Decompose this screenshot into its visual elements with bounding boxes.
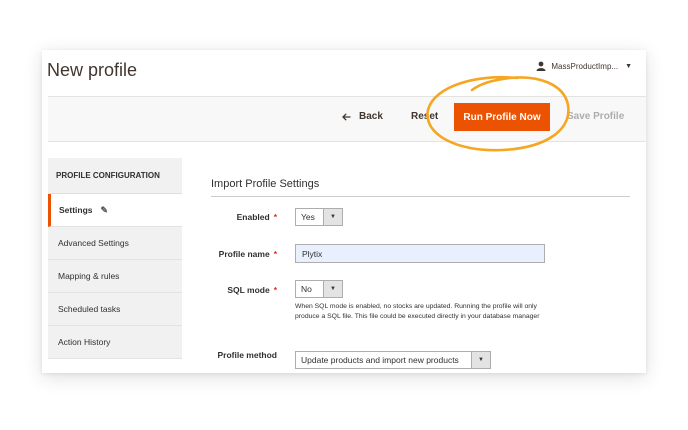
save-profile-button[interactable]: Save Profile	[567, 111, 624, 122]
sql-mode-select[interactable]: No ▼	[295, 280, 343, 298]
back-label: Back	[359, 111, 383, 122]
arrow-left-icon	[342, 112, 351, 121]
sidebar-item-settings[interactable]: Settings ✎	[48, 194, 182, 227]
sidebar-item-action-history[interactable]: Action History	[48, 326, 182, 359]
pencil-icon: ✎	[100, 204, 109, 215]
profile-name-label: Profile name *	[218, 249, 277, 259]
profile-method-value: Update products and import new products	[301, 355, 459, 365]
sidebar-item-mapping-rules[interactable]: Mapping & rules	[48, 260, 182, 293]
sidebar-item-label: Scheduled tasks	[58, 304, 121, 314]
enabled-select[interactable]: Yes ▼	[295, 208, 343, 226]
sidebar-item-label: Action History	[58, 337, 111, 347]
sql-mode-note: When SQL mode is enabled, no stocks are …	[295, 303, 540, 320]
enabled-label: Enabled *	[236, 212, 277, 222]
chevron-down-icon: ▼	[471, 352, 490, 368]
sql-mode-value: No	[301, 284, 312, 294]
user-menu[interactable]: MassProductImp... ▼	[536, 61, 632, 71]
profile-config-sidebar: PROFILE CONFIGURATION Settings ✎ Advance…	[48, 158, 182, 359]
user-name: MassProductImp...	[551, 61, 619, 71]
chevron-down-icon: ▼	[323, 209, 342, 225]
admin-panel: New profile MassProductImp... ▼ Back Res…	[42, 50, 646, 373]
sidebar-heading: PROFILE CONFIGURATION	[48, 158, 182, 194]
section-divider	[211, 196, 630, 197]
chevron-down-icon: ▼	[323, 281, 342, 297]
reset-button[interactable]: Reset	[411, 111, 438, 122]
sql-mode-label: SQL mode *	[227, 285, 277, 295]
page-title: New profile	[47, 60, 138, 80]
chevron-down-icon: ▼	[625, 62, 632, 70]
back-button[interactable]: Back	[342, 111, 383, 122]
enabled-value: Yes	[301, 212, 315, 222]
profile-method-select[interactable]: Update products and import new products …	[295, 351, 491, 369]
sidebar-item-scheduled-tasks[interactable]: Scheduled tasks	[48, 293, 182, 326]
sidebar-item-advanced-settings[interactable]: Advanced Settings	[48, 227, 182, 260]
sidebar-item-label: Settings	[59, 205, 93, 215]
profile-method-label: Profile method	[217, 350, 277, 360]
run-profile-now-button[interactable]: Run Profile Now	[454, 103, 550, 131]
sidebar-item-label: Mapping & rules	[58, 271, 120, 281]
page-actions-bar: Back Reset Run Profile Now Save Profile	[48, 96, 646, 142]
profile-name-input[interactable]: Plytix	[295, 244, 545, 263]
user-icon	[536, 61, 546, 71]
sidebar-item-label: Advanced Settings	[58, 238, 129, 248]
section-title: Import Profile Settings	[211, 178, 320, 190]
